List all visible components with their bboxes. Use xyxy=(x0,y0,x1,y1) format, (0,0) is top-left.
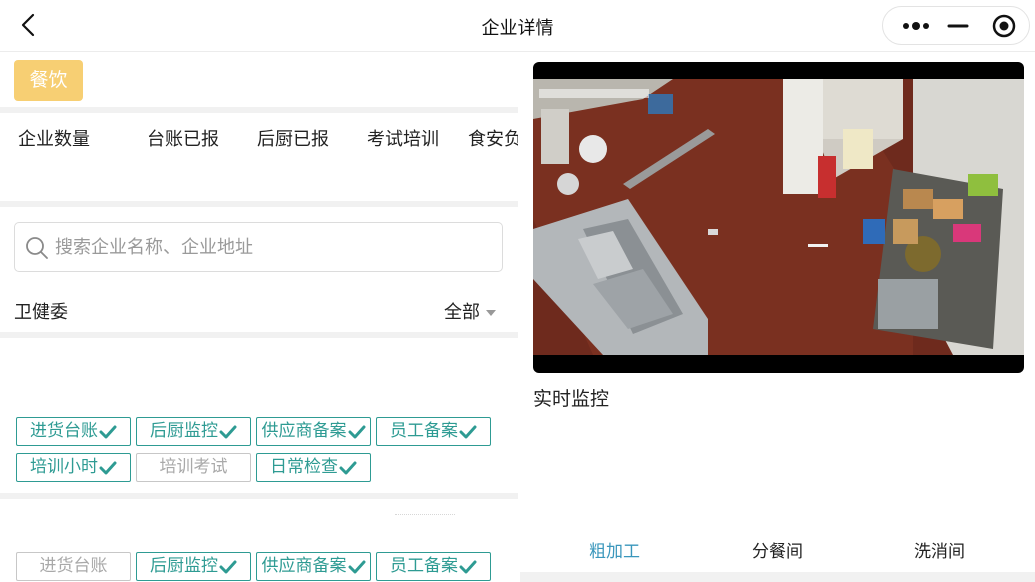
divider xyxy=(520,572,1035,582)
tab-exam-training[interactable]: 考试培训 xyxy=(367,125,439,151)
minimize-icon xyxy=(947,24,969,28)
live-video-player[interactable] xyxy=(533,62,1024,373)
tag-purchase-ledger[interactable]: 进货台账 xyxy=(16,417,131,446)
tag-supplier-filing[interactable]: 供应商备案 xyxy=(256,552,371,581)
tag-label: 进货台账 xyxy=(39,556,108,576)
more-dots-icon xyxy=(903,22,929,30)
check-icon xyxy=(99,461,117,474)
tag-label: 日常检查 xyxy=(270,457,338,477)
tab-washing-room[interactable]: 洗消间 xyxy=(914,537,965,562)
check-icon xyxy=(459,425,477,438)
kitchen-camera-frame xyxy=(533,79,1024,355)
tab-food-safety[interactable]: 食安负 xyxy=(468,125,518,151)
tag-staff-filing[interactable]: 员工备案 xyxy=(376,552,491,581)
tab-serving-room[interactable]: 分餐间 xyxy=(752,537,803,562)
tag-label: 进货台账 xyxy=(30,421,98,441)
tag-label: 供应商备案 xyxy=(261,556,347,576)
tab-ledger-reported[interactable]: 台账已报 xyxy=(147,125,219,151)
check-icon xyxy=(219,560,237,573)
page-title: 企业详情 xyxy=(481,18,554,39)
tag-training-hours[interactable]: 培训小时 xyxy=(16,453,131,482)
divider xyxy=(0,107,518,113)
filter-dropdown[interactable]: 全部 xyxy=(444,298,496,324)
live-monitor-label: 实时监控 xyxy=(533,388,610,410)
tab-rough-processing[interactable]: 粗加工 xyxy=(589,537,640,562)
tag-label: 后厨监控 xyxy=(150,421,218,441)
page: 企业详情 餐饮 企业数量 台账已报 后厨已报 考试培训 食安负 搜索企业名称、企… xyxy=(0,0,1035,582)
target-circle-icon xyxy=(992,14,1016,38)
tag-kitchen-monitor[interactable]: 后厨监控 xyxy=(136,552,251,581)
mini-program-capsule xyxy=(882,6,1030,45)
tag-staff-filing[interactable]: 员工备案 xyxy=(376,417,491,446)
filter-dropdown-label: 全部 xyxy=(444,302,480,323)
tag-label: 供应商备案 xyxy=(261,421,347,441)
close-button[interactable] xyxy=(979,7,1029,44)
check-icon xyxy=(348,560,365,573)
tag-label: 员工备案 xyxy=(390,421,458,441)
category-tag[interactable]: 餐饮 xyxy=(14,60,83,101)
search-icon xyxy=(26,237,48,259)
tab-enterprise-count[interactable]: 企业数量 xyxy=(18,125,90,151)
divider xyxy=(0,201,518,207)
divider xyxy=(395,514,455,517)
stats-tabs: 企业数量 台账已报 后厨已报 考试培训 食安负 xyxy=(0,115,518,159)
check-icon xyxy=(99,425,117,438)
tab-kitchen-reported[interactable]: 后厨已报 xyxy=(257,125,329,151)
search-box xyxy=(14,222,503,272)
tag-label: 培训考试 xyxy=(159,457,228,477)
check-icon xyxy=(459,560,477,573)
more-button[interactable] xyxy=(889,7,939,44)
tag-supplier-filing[interactable]: 供应商备案 xyxy=(256,417,371,446)
minimize-button[interactable] xyxy=(933,7,983,44)
tag-kitchen-monitor[interactable]: 后厨监控 xyxy=(136,417,251,446)
tag-label: 培训小时 xyxy=(30,457,98,477)
tag-purchase-ledger[interactable]: 进货台账 xyxy=(16,552,131,581)
divider xyxy=(0,332,518,338)
check-icon xyxy=(219,425,237,438)
check-icon xyxy=(348,425,365,438)
tag-daily-inspection[interactable]: 日常检查 xyxy=(256,453,371,482)
filter-department-label: 卫健委 xyxy=(14,302,68,323)
tag-training-exam[interactable]: 培训考试 xyxy=(136,453,251,482)
divider xyxy=(0,493,518,499)
check-icon xyxy=(339,461,357,474)
search-input[interactable] xyxy=(55,231,495,263)
tag-label: 后厨监控 xyxy=(150,556,218,576)
caret-down-icon xyxy=(486,310,496,316)
nav-bar: 企业详情 xyxy=(0,0,1035,52)
tag-label: 员工备案 xyxy=(390,556,458,576)
